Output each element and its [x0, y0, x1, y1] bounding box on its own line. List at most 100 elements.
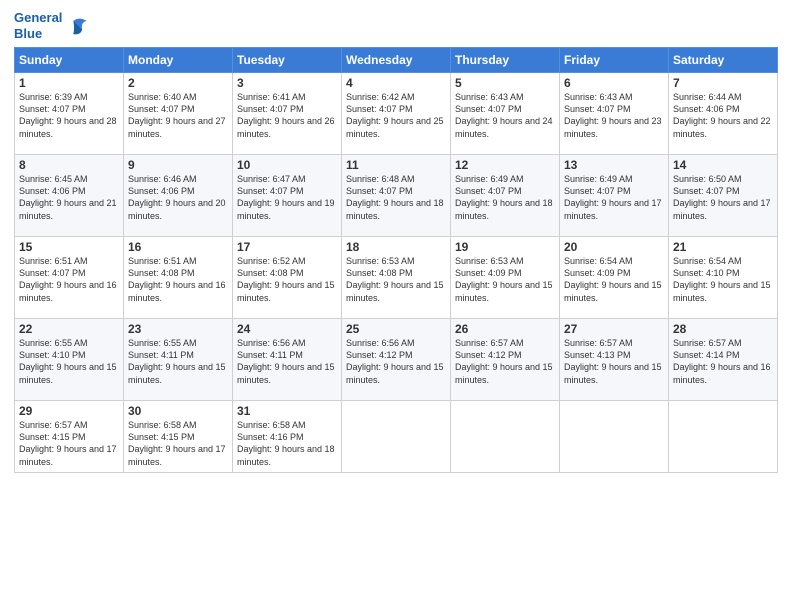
- cell-info: Sunrise: 6:56 AM Sunset: 4:11 PM Dayligh…: [237, 337, 337, 386]
- cell-info: Sunrise: 6:55 AM Sunset: 4:11 PM Dayligh…: [128, 337, 228, 386]
- day-number: 23: [128, 322, 228, 336]
- cell-info: Sunrise: 6:45 AM Sunset: 4:06 PM Dayligh…: [19, 173, 119, 222]
- cell-info: Sunrise: 6:40 AM Sunset: 4:07 PM Dayligh…: [128, 91, 228, 140]
- day-number: 3: [237, 76, 337, 90]
- cell-info: Sunrise: 6:43 AM Sunset: 4:07 PM Dayligh…: [455, 91, 555, 140]
- day-number: 15: [19, 240, 119, 254]
- day-number: 26: [455, 322, 555, 336]
- day-number: 28: [673, 322, 773, 336]
- calendar-cell: 19 Sunrise: 6:53 AM Sunset: 4:09 PM Dayl…: [451, 237, 560, 319]
- day-number: 27: [564, 322, 664, 336]
- day-header-tuesday: Tuesday: [233, 48, 342, 73]
- cell-info: Sunrise: 6:54 AM Sunset: 4:09 PM Dayligh…: [564, 255, 664, 304]
- cell-info: Sunrise: 6:58 AM Sunset: 4:16 PM Dayligh…: [237, 419, 337, 468]
- day-number: 12: [455, 158, 555, 172]
- cell-info: Sunrise: 6:48 AM Sunset: 4:07 PM Dayligh…: [346, 173, 446, 222]
- calendar-cell: 12 Sunrise: 6:49 AM Sunset: 4:07 PM Dayl…: [451, 155, 560, 237]
- cell-info: Sunrise: 6:53 AM Sunset: 4:08 PM Dayligh…: [346, 255, 446, 304]
- day-number: 25: [346, 322, 446, 336]
- day-number: 13: [564, 158, 664, 172]
- cell-info: Sunrise: 6:56 AM Sunset: 4:12 PM Dayligh…: [346, 337, 446, 386]
- cell-info: Sunrise: 6:57 AM Sunset: 4:13 PM Dayligh…: [564, 337, 664, 386]
- cell-info: Sunrise: 6:54 AM Sunset: 4:10 PM Dayligh…: [673, 255, 773, 304]
- day-number: 19: [455, 240, 555, 254]
- calendar-cell: 30 Sunrise: 6:58 AM Sunset: 4:15 PM Dayl…: [124, 401, 233, 473]
- day-number: 2: [128, 76, 228, 90]
- cell-info: Sunrise: 6:52 AM Sunset: 4:08 PM Dayligh…: [237, 255, 337, 304]
- calendar-cell: 21 Sunrise: 6:54 AM Sunset: 4:10 PM Dayl…: [669, 237, 778, 319]
- day-number: 18: [346, 240, 446, 254]
- cell-info: Sunrise: 6:49 AM Sunset: 4:07 PM Dayligh…: [564, 173, 664, 222]
- cell-info: Sunrise: 6:57 AM Sunset: 4:14 PM Dayligh…: [673, 337, 773, 386]
- cell-info: Sunrise: 6:53 AM Sunset: 4:09 PM Dayligh…: [455, 255, 555, 304]
- day-number: 1: [19, 76, 119, 90]
- calendar-cell: 3 Sunrise: 6:41 AM Sunset: 4:07 PM Dayli…: [233, 73, 342, 155]
- calendar-cell: 15 Sunrise: 6:51 AM Sunset: 4:07 PM Dayl…: [15, 237, 124, 319]
- calendar-cell: 28 Sunrise: 6:57 AM Sunset: 4:14 PM Dayl…: [669, 319, 778, 401]
- cell-info: Sunrise: 6:51 AM Sunset: 4:08 PM Dayligh…: [128, 255, 228, 304]
- day-number: 14: [673, 158, 773, 172]
- cell-info: Sunrise: 6:47 AM Sunset: 4:07 PM Dayligh…: [237, 173, 337, 222]
- calendar-cell: 1 Sunrise: 6:39 AM Sunset: 4:07 PM Dayli…: [15, 73, 124, 155]
- calendar-cell: 17 Sunrise: 6:52 AM Sunset: 4:08 PM Dayl…: [233, 237, 342, 319]
- cell-info: Sunrise: 6:41 AM Sunset: 4:07 PM Dayligh…: [237, 91, 337, 140]
- day-number: 30: [128, 404, 228, 418]
- logo: General Blue: [14, 10, 88, 41]
- calendar-cell: 22 Sunrise: 6:55 AM Sunset: 4:10 PM Dayl…: [15, 319, 124, 401]
- cell-info: Sunrise: 6:39 AM Sunset: 4:07 PM Dayligh…: [19, 91, 119, 140]
- calendar-cell: 6 Sunrise: 6:43 AM Sunset: 4:07 PM Dayli…: [560, 73, 669, 155]
- calendar-cell: 31 Sunrise: 6:58 AM Sunset: 4:16 PM Dayl…: [233, 401, 342, 473]
- calendar-cell: 20 Sunrise: 6:54 AM Sunset: 4:09 PM Dayl…: [560, 237, 669, 319]
- calendar-cell: 4 Sunrise: 6:42 AM Sunset: 4:07 PM Dayli…: [342, 73, 451, 155]
- cell-info: Sunrise: 6:49 AM Sunset: 4:07 PM Dayligh…: [455, 173, 555, 222]
- calendar-cell: 10 Sunrise: 6:47 AM Sunset: 4:07 PM Dayl…: [233, 155, 342, 237]
- page-container: General Blue SundayMondayTuesdayWednesda…: [0, 0, 792, 612]
- day-number: 5: [455, 76, 555, 90]
- day-number: 16: [128, 240, 228, 254]
- cell-info: Sunrise: 6:43 AM Sunset: 4:07 PM Dayligh…: [564, 91, 664, 140]
- day-number: 31: [237, 404, 337, 418]
- cell-info: Sunrise: 6:51 AM Sunset: 4:07 PM Dayligh…: [19, 255, 119, 304]
- calendar-cell: 11 Sunrise: 6:48 AM Sunset: 4:07 PM Dayl…: [342, 155, 451, 237]
- calendar-cell: [451, 401, 560, 473]
- calendar-cell: 27 Sunrise: 6:57 AM Sunset: 4:13 PM Dayl…: [560, 319, 669, 401]
- day-number: 29: [19, 404, 119, 418]
- cell-info: Sunrise: 6:58 AM Sunset: 4:15 PM Dayligh…: [128, 419, 228, 468]
- header-row: SundayMondayTuesdayWednesdayThursdayFrid…: [15, 48, 778, 73]
- calendar-cell: 25 Sunrise: 6:56 AM Sunset: 4:12 PM Dayl…: [342, 319, 451, 401]
- calendar-cell: 29 Sunrise: 6:57 AM Sunset: 4:15 PM Dayl…: [15, 401, 124, 473]
- day-number: 6: [564, 76, 664, 90]
- day-number: 11: [346, 158, 446, 172]
- day-number: 24: [237, 322, 337, 336]
- cell-info: Sunrise: 6:57 AM Sunset: 4:12 PM Dayligh…: [455, 337, 555, 386]
- calendar-cell: 13 Sunrise: 6:49 AM Sunset: 4:07 PM Dayl…: [560, 155, 669, 237]
- logo-icon: [66, 15, 88, 37]
- day-number: 8: [19, 158, 119, 172]
- day-number: 4: [346, 76, 446, 90]
- calendar-cell: 8 Sunrise: 6:45 AM Sunset: 4:06 PM Dayli…: [15, 155, 124, 237]
- calendar-cell: 24 Sunrise: 6:56 AM Sunset: 4:11 PM Dayl…: [233, 319, 342, 401]
- calendar-cell: 7 Sunrise: 6:44 AM Sunset: 4:06 PM Dayli…: [669, 73, 778, 155]
- calendar-cell: 5 Sunrise: 6:43 AM Sunset: 4:07 PM Dayli…: [451, 73, 560, 155]
- calendar-cell: 16 Sunrise: 6:51 AM Sunset: 4:08 PM Dayl…: [124, 237, 233, 319]
- day-header-friday: Friday: [560, 48, 669, 73]
- day-header-thursday: Thursday: [451, 48, 560, 73]
- day-number: 7: [673, 76, 773, 90]
- calendar-table: SundayMondayTuesdayWednesdayThursdayFrid…: [14, 47, 778, 473]
- cell-info: Sunrise: 6:50 AM Sunset: 4:07 PM Dayligh…: [673, 173, 773, 222]
- calendar-cell: 23 Sunrise: 6:55 AM Sunset: 4:11 PM Dayl…: [124, 319, 233, 401]
- logo-text: General Blue: [14, 10, 62, 41]
- calendar-cell: 26 Sunrise: 6:57 AM Sunset: 4:12 PM Dayl…: [451, 319, 560, 401]
- cell-info: Sunrise: 6:42 AM Sunset: 4:07 PM Dayligh…: [346, 91, 446, 140]
- day-header-saturday: Saturday: [669, 48, 778, 73]
- calendar-cell: [560, 401, 669, 473]
- day-number: 9: [128, 158, 228, 172]
- day-number: 20: [564, 240, 664, 254]
- day-header-monday: Monday: [124, 48, 233, 73]
- cell-info: Sunrise: 6:46 AM Sunset: 4:06 PM Dayligh…: [128, 173, 228, 222]
- cell-info: Sunrise: 6:44 AM Sunset: 4:06 PM Dayligh…: [673, 91, 773, 140]
- calendar-cell: [669, 401, 778, 473]
- calendar-cell: [342, 401, 451, 473]
- day-header-wednesday: Wednesday: [342, 48, 451, 73]
- day-number: 21: [673, 240, 773, 254]
